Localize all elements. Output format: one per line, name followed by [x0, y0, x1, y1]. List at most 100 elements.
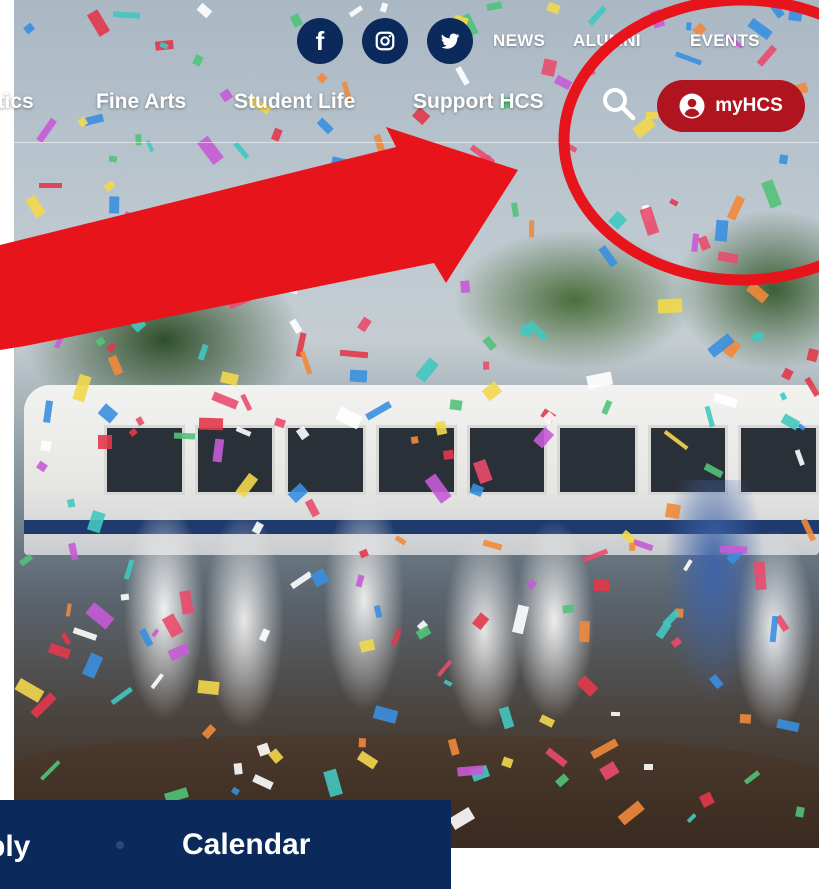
confetti-piece: [323, 201, 349, 215]
confetti-piece: [629, 542, 636, 552]
confetti-piece: [28, 252, 50, 269]
confetti-piece: [197, 343, 209, 361]
nav-student-life[interactable]: Student Life: [234, 90, 355, 114]
confetti-piece: [289, 318, 303, 334]
confetti-piece: [598, 244, 618, 268]
confetti-piece: [649, 9, 665, 29]
confetti-piece: [410, 436, 420, 444]
nav-fine-arts[interactable]: Fine Arts: [96, 90, 186, 114]
confetti-piece: [233, 141, 250, 159]
confetti-piece: [122, 307, 147, 333]
confetti-piece: [357, 316, 373, 333]
apply-link[interactable]: Apply: [0, 830, 30, 864]
confetti-piece: [745, 281, 769, 304]
nav-athletics[interactable]: Athletics: [0, 90, 34, 114]
confetti-piece: [639, 206, 659, 236]
confetti-piece: [482, 335, 497, 351]
confetti-piece: [456, 764, 484, 777]
crowd: [14, 480, 819, 740]
confetti-piece: [528, 220, 535, 238]
confetti-piece: [787, 3, 803, 23]
confetti-piece: [39, 182, 63, 188]
confetti-piece: [97, 435, 113, 449]
confetti-piece: [94, 336, 106, 348]
confetti-piece: [753, 561, 767, 590]
confetti-piece: [339, 223, 348, 247]
confetti-piece: [358, 738, 367, 747]
confetti-piece: [109, 196, 120, 214]
confetti-piece: [611, 712, 621, 717]
confetti-piece: [166, 227, 177, 235]
confetti-piece: [219, 370, 239, 386]
confetti-piece: [24, 194, 46, 219]
confetti-piece: [658, 298, 683, 314]
confetti-piece: [510, 202, 520, 218]
confetti-piece: [299, 350, 313, 375]
confetti-piece: [286, 265, 303, 295]
confetti-piece: [330, 155, 359, 175]
confetti-piece: [806, 348, 819, 362]
confetti-piece: [54, 332, 66, 349]
confetti-piece: [717, 250, 740, 264]
confetti-piece: [339, 349, 369, 359]
main-nav: Athletics Fine Arts Student Life Support…: [0, 0, 593, 140]
confetti-piece: [163, 247, 171, 257]
confetti-piece: [644, 764, 654, 771]
confetti-piece: [691, 233, 699, 253]
confetti-piece: [594, 578, 609, 592]
confetti-piece: [108, 354, 124, 376]
quick-links-bar: Apply Calendar: [0, 800, 451, 889]
confetti-piece: [103, 179, 116, 192]
confetti-piece: [448, 399, 463, 411]
confetti-piece: [402, 204, 409, 213]
confetti-piece: [669, 197, 680, 206]
events-link[interactable]: EVENTS: [690, 31, 760, 51]
confetti-piece: [120, 593, 130, 601]
calendar-link[interactable]: Calendar: [182, 828, 310, 862]
confetti-piece: [781, 367, 794, 381]
confetti-piece: [726, 195, 746, 221]
confetti-piece: [233, 762, 244, 775]
confetti-piece: [197, 680, 219, 695]
confetti-piece: [714, 219, 729, 242]
confetti-piece: [227, 291, 252, 309]
nav-support-hcs[interactable]: Support HCS: [413, 90, 544, 114]
confetti-piece: [410, 219, 430, 229]
confetti-piece: [108, 155, 118, 163]
confetti-piece: [763, 0, 786, 19]
confetti-piece: [664, 502, 681, 519]
myhcs-label: myHCS: [715, 95, 783, 116]
confetti-piece: [222, 220, 239, 234]
confetti-piece: [482, 361, 489, 370]
confetti-piece: [189, 286, 205, 301]
confetti-piece: [275, 185, 287, 194]
confetti-piece: [562, 603, 574, 614]
apply-link-wrapper: Apply: [0, 800, 62, 889]
confetti-piece: [686, 22, 692, 31]
confetti-piece: [412, 188, 434, 203]
confetti-piece: [697, 236, 711, 252]
confetti-piece: [405, 247, 412, 265]
confetti-piece: [563, 142, 578, 153]
confetti-piece: [761, 178, 783, 209]
myhcs-login-button[interactable]: myHCS: [657, 80, 805, 132]
confetti-piece: [415, 357, 439, 383]
confetti-piece: [460, 280, 471, 294]
confetti-piece: [122, 210, 133, 223]
confetti-piece: [608, 211, 628, 230]
confetti-piece: [442, 449, 454, 460]
confetti-piece: [720, 545, 748, 554]
confetti-piece: [674, 51, 703, 66]
search-icon[interactable]: [600, 85, 638, 123]
link-separator-dot: [116, 840, 124, 849]
user-circle-icon: [679, 93, 705, 119]
confetti-piece: [579, 621, 590, 643]
confetti-piece: [349, 369, 367, 383]
confetti-piece: [778, 154, 788, 165]
confetti-piece: [198, 417, 223, 430]
confetti-piece: [173, 432, 196, 439]
confetti-piece: [794, 805, 805, 818]
nav-divider: [14, 142, 819, 143]
confetti-piece: [310, 208, 324, 219]
confetti-piece: [106, 342, 117, 354]
